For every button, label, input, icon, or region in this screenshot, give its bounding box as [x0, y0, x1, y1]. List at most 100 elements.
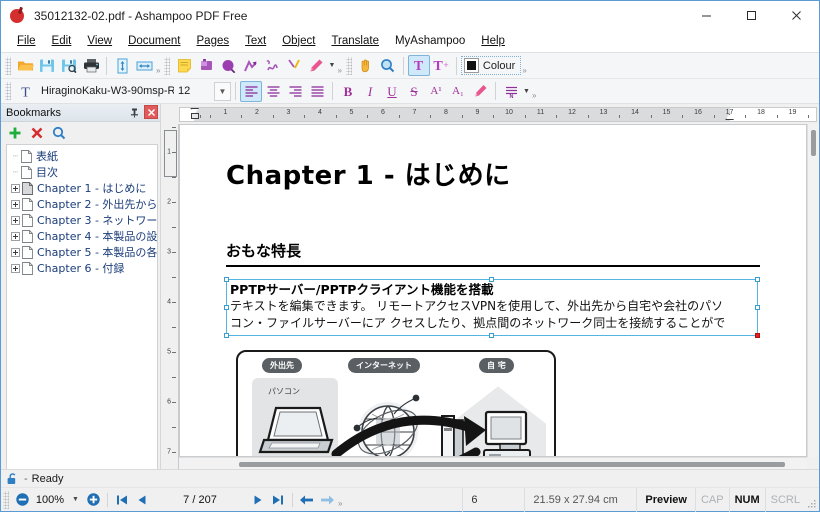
zoom-tool-icon[interactable]: [377, 55, 399, 76]
navigate-back-icon[interactable]: [297, 490, 317, 510]
resize-handle-top-center[interactable]: [489, 277, 494, 282]
subscript-icon[interactable]: A₁: [447, 81, 469, 102]
selected-text-block[interactable]: PPTPサーバー/PPTPクライアント機能を搭載 テキストを編集できます。 リモ…: [224, 277, 760, 339]
freehand-icon[interactable]: [261, 55, 283, 76]
toolbar-grip[interactable]: [5, 56, 11, 75]
unlock-icon[interactable]: [5, 472, 20, 486]
zoom-in-icon[interactable]: [83, 490, 103, 510]
zoom-out-icon[interactable]: [12, 490, 32, 510]
bookmark-item-chapter-2[interactable]: Chapter 2 - 外出先からの接続設: [7, 196, 157, 212]
network-diagram-figure[interactable]: 外出先 インターネット 自 宅 パソコン パソコンなど: [236, 350, 556, 456]
expand-toggle-icon[interactable]: [10, 199, 21, 210]
print-icon[interactable]: [80, 55, 102, 76]
align-justify-icon[interactable]: [306, 81, 328, 102]
fit-width-icon[interactable]: [133, 55, 155, 76]
menu-edit[interactable]: Edit: [44, 32, 80, 50]
expand-toggle-icon[interactable]: [10, 231, 21, 242]
format-toolbar-overflow[interactable]: »: [532, 91, 536, 103]
menu-help[interactable]: Help: [473, 32, 513, 50]
navigate-forward-icon[interactable]: [317, 490, 337, 510]
menu-object[interactable]: Object: [274, 32, 323, 50]
previous-page-icon[interactable]: [132, 490, 152, 510]
menu-file[interactable]: File: [9, 32, 44, 50]
resize-handle-bottom-left[interactable]: [224, 333, 229, 339]
close-panel-icon[interactable]: [144, 105, 158, 119]
font-name-input[interactable]: HiraginoKaku-W3-90msp-R...: [36, 85, 174, 97]
line-spacing-icon[interactable]: N: [500, 81, 522, 102]
edit-text-icon[interactable]: T: [407, 55, 430, 76]
menu-myashampoo[interactable]: MyAshampoo: [387, 32, 473, 50]
bookmark-item-chapter-4[interactable]: Chapter 4 - 本製品の設定画面: [7, 228, 157, 244]
view-mode-cell[interactable]: Preview: [636, 487, 695, 512]
annotation-toolbar-overflow[interactable]: »: [337, 66, 341, 78]
line-spacing-dropdown-icon[interactable]: ▼: [522, 81, 531, 102]
left-indent-marker[interactable]: [190, 113, 199, 119]
bookmark-item-chapter-6[interactable]: Chapter 6 - 付録: [7, 260, 157, 276]
menu-document[interactable]: Document: [120, 32, 188, 50]
resize-handle-top-right[interactable]: [755, 277, 760, 282]
menu-view[interactable]: View: [79, 32, 120, 50]
vertical-margin-marker[interactable]: [164, 129, 177, 177]
pin-icon[interactable]: [127, 105, 141, 119]
add-text-icon[interactable]: T +: [430, 55, 452, 76]
delete-bookmark-icon[interactable]: [27, 124, 47, 143]
bookmarks-tree[interactable]: ┄ 表紙 ┄ 目次 Chapter 1 - はじめに Chapter 2 - 外…: [6, 144, 158, 469]
font-size-dropdown-icon[interactable]: ▼: [214, 81, 231, 101]
bookmark-item-chapter-1[interactable]: Chapter 1 - はじめに: [7, 180, 157, 196]
resize-handle-middle-left[interactable]: [224, 304, 229, 310]
document-heading-1[interactable]: Chapter 1 - はじめに: [226, 155, 766, 192]
pdf-page[interactable]: Chapter 1 - はじめに おもな特長 PPTPサーバー/PPTPクライア…: [179, 124, 807, 457]
last-page-icon[interactable]: [268, 490, 288, 510]
bookmark-item-mokuji[interactable]: ┄ 目次: [7, 164, 157, 180]
bold-icon[interactable]: B: [337, 81, 359, 102]
bookmark-item-chapter-3[interactable]: Chapter 3 - ネットワーク同士の接: [7, 212, 157, 228]
vertical-ruler[interactable]: 1234567: [161, 124, 179, 469]
note-icon[interactable]: [173, 55, 195, 76]
menu-translate[interactable]: Translate: [323, 32, 387, 50]
bookmark-item-chapter-5[interactable]: Chapter 5 - 本製品の各種設定: [7, 244, 157, 260]
resize-handle-bottom-right[interactable]: [755, 333, 760, 339]
close-button[interactable]: [774, 1, 819, 30]
horizontal-scrollbar[interactable]: [179, 457, 807, 469]
stamp-icon[interactable]: [195, 55, 217, 76]
strikethrough-icon[interactable]: S: [403, 81, 425, 102]
first-page-icon[interactable]: [112, 490, 132, 510]
highlight-dropdown-icon[interactable]: ▼: [327, 55, 336, 76]
vertical-scrollbar[interactable]: [807, 124, 819, 457]
expand-toggle-icon[interactable]: [10, 215, 21, 226]
horizontal-ruler[interactable]: 1 2 3 4 5 6 7 8 9 10 11 12 13 14 15 16 17 18 19: [179, 107, 817, 122]
superscript-icon[interactable]: A¹: [425, 81, 447, 102]
main-toolbar-overflow-1[interactable]: »: [156, 66, 160, 78]
horizontal-scrollbar-thumb[interactable]: [239, 462, 785, 467]
zoom-dropdown-icon[interactable]: ▼: [68, 491, 83, 508]
colour-button[interactable]: Colour: [460, 56, 522, 75]
fit-height-icon[interactable]: [111, 55, 133, 76]
arrow-annotation-icon[interactable]: [239, 55, 261, 76]
font-size-input[interactable]: 12: [174, 85, 214, 97]
navbar-overflow[interactable]: »: [338, 499, 342, 511]
align-left-icon[interactable]: [240, 80, 262, 102]
tools-toolbar-overflow[interactable]: »: [522, 66, 526, 78]
format-toolbar-grip[interactable]: [5, 82, 11, 100]
line-icon[interactable]: [283, 55, 305, 76]
open-icon[interactable]: [14, 55, 36, 76]
navbar-grip[interactable]: [3, 490, 9, 509]
save-icon[interactable]: [36, 55, 58, 76]
shape-icon[interactable]: [217, 55, 239, 76]
document-heading-2[interactable]: おもな特長: [226, 240, 766, 264]
italic-icon[interactable]: I: [359, 81, 381, 102]
menu-text[interactable]: Text: [237, 32, 274, 50]
resize-handle-middle-right[interactable]: [755, 304, 760, 310]
menu-pages[interactable]: Pages: [189, 32, 238, 50]
underline-icon[interactable]: U: [381, 81, 403, 102]
window-resize-grip[interactable]: [805, 488, 819, 512]
expand-toggle-icon[interactable]: [10, 183, 21, 194]
text-highlight-icon[interactable]: [469, 81, 491, 102]
resize-handle-top-left[interactable]: [224, 277, 229, 282]
next-page-icon[interactable]: [248, 490, 268, 510]
find-bookmark-icon[interactable]: [49, 124, 69, 143]
resize-handle-bottom-center[interactable]: [489, 333, 494, 339]
bookmark-item-hyoshi[interactable]: ┄ 表紙: [7, 148, 157, 164]
add-bookmark-icon[interactable]: [5, 124, 25, 143]
page-indicator[interactable]: 7 / 207: [152, 494, 248, 506]
